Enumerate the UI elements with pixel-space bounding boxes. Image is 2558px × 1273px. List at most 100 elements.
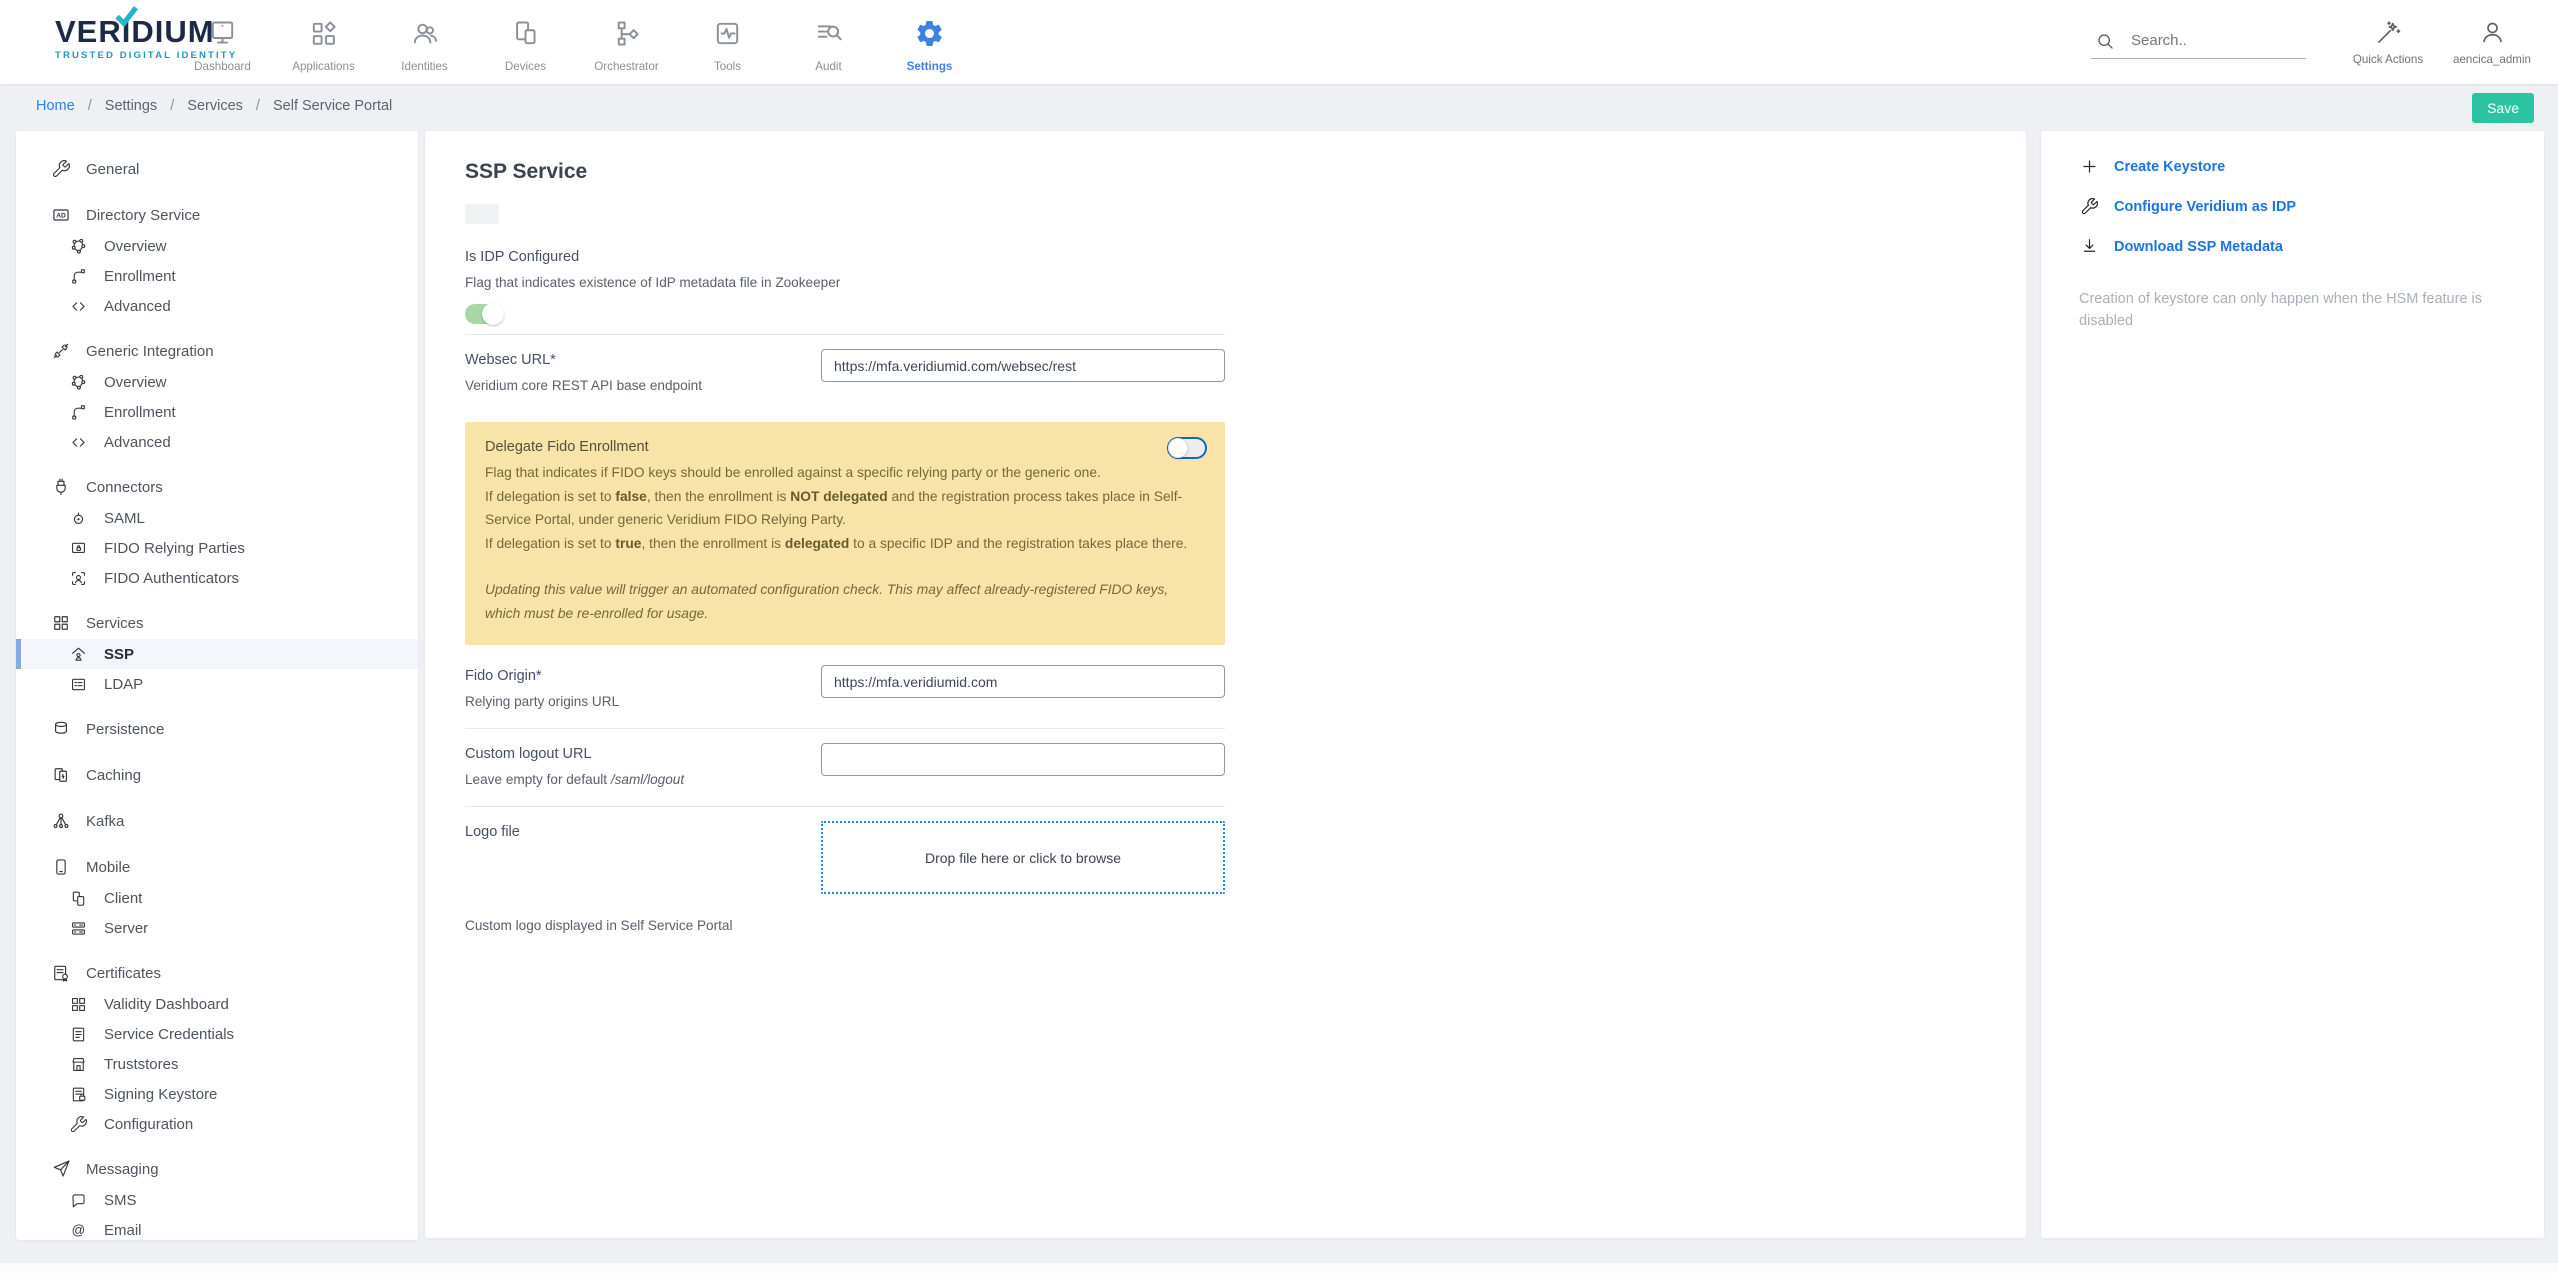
top-bar: VERIDIUM TRUSTED DIGITAL IDENTITY Dashbo… [0, 0, 2558, 84]
websec-url-input[interactable] [821, 349, 1225, 382]
breadcrumb-settings[interactable]: Settings [105, 98, 157, 114]
grid-icon [68, 995, 89, 1014]
sidebar-item-truststores[interactable]: Truststores [16, 1049, 418, 1079]
logo-file-dropzone[interactable]: Drop file here or click to browse [821, 821, 1225, 894]
sidebar-item-client[interactable]: Client [16, 883, 418, 913]
sidebar-item-fido-authenticators[interactable]: FIDO Authenticators [16, 563, 418, 593]
card-lock-icon [68, 539, 89, 558]
settings-sidebar: General Directory Service Overview Enrol… [16, 131, 418, 1240]
user-menu[interactable]: aencica_admin [2440, 19, 2544, 66]
tab-general[interactable] [465, 204, 499, 224]
sidebar-item-services[interactable]: Services [16, 607, 418, 639]
home-user-icon [68, 645, 89, 664]
field-logo-file: Logo file Drop file here or click to bro… [465, 807, 1225, 952]
global-search[interactable] [2091, 26, 2306, 59]
sidebar-item-ldap[interactable]: LDAP [16, 669, 418, 699]
is-idp-configured-description: Flag that indicates existence of IdP met… [465, 275, 1225, 290]
connector-icon [50, 477, 71, 497]
store-icon [68, 1055, 89, 1074]
sidebar-item-persistence[interactable]: Persistence [16, 713, 418, 745]
list-card-icon [68, 675, 89, 694]
nav-item-audit[interactable]: Audit [778, 0, 879, 84]
field-fido-origin: Fido Origin* Relying party origins URL [465, 651, 1225, 729]
sidebar-item-advanced[interactable]: Advanced [16, 291, 418, 321]
route-icon [68, 267, 89, 286]
sidebar-item-kafka[interactable]: Kafka [16, 805, 418, 837]
toggle-knob [1168, 438, 1188, 458]
ad-box-icon [50, 205, 71, 225]
client-icon [68, 889, 89, 908]
nav-item-settings[interactable]: Settings [879, 0, 980, 84]
sidebar-item-overview[interactable]: Overview [16, 231, 418, 261]
sidebar-item-caching[interactable]: Caching [16, 759, 418, 791]
sidebar-item-general[interactable]: General [16, 153, 418, 185]
main-panel: SSP Service Is IDP Configured Flag that … [425, 131, 2026, 1238]
custom-logout-url-input[interactable] [821, 743, 1225, 776]
sidebar-item-signing-keystore[interactable]: Signing Keystore [16, 1079, 418, 1109]
sidebar-item-validity-dashboard[interactable]: Validity Dashboard [16, 989, 418, 1019]
search-input[interactable] [2131, 32, 2281, 49]
link-create-keystore[interactable]: Create Keystore [2079, 157, 2506, 176]
breadcrumb-bar: Home / Settings / Services / Self Servic… [0, 84, 2558, 131]
sidebar-item-configuration[interactable]: Configuration [16, 1109, 418, 1139]
sidebar-item-advanced[interactable]: Advanced [16, 427, 418, 457]
sidebar-item-fido-relying-parties[interactable]: FIDO Relying Parties [16, 533, 418, 563]
breadcrumb: Home / Settings / Services / Self Servic… [36, 98, 392, 114]
breadcrumb-separator: / [170, 98, 174, 114]
tab-saml-configuration[interactable] [525, 204, 559, 224]
delegate-fido-toggle[interactable] [1167, 437, 1207, 459]
sidebar-item-service-credentials[interactable]: Service Credentials [16, 1019, 418, 1049]
sidebar-item-email[interactable]: Email [16, 1215, 418, 1240]
wrench-icon [50, 159, 71, 179]
sidebar-item-sms[interactable]: SMS [16, 1185, 418, 1215]
link-configure-veridium-as-idp[interactable]: Configure Veridium as IDP [2079, 197, 2506, 216]
pulse-box-icon [712, 18, 743, 54]
sidebar-item-enrollment[interactable]: Enrollment [16, 261, 418, 291]
sidebar-item-mobile[interactable]: Mobile [16, 851, 418, 883]
sidebar-item-saml[interactable]: SAML [16, 503, 418, 533]
field-custom-logout-url: Custom logout URL Leave empty for defaul… [465, 729, 1225, 807]
code-icon [68, 297, 89, 316]
sidebar-item-enrollment[interactable]: Enrollment [16, 397, 418, 427]
sidebar-item-generic-integration[interactable]: Generic Integration [16, 335, 418, 367]
network-icon [68, 373, 89, 392]
tab-key-management[interactable] [585, 204, 619, 224]
field-is-idp-configured: Is IDP Configured Flag that indicates ex… [465, 232, 1225, 335]
at-icon [68, 1221, 89, 1240]
sms-icon [68, 1191, 89, 1210]
sidebar-item-server[interactable]: Server [16, 913, 418, 943]
wrench-icon [68, 1115, 89, 1134]
nav-item-devices[interactable]: Devices [475, 0, 576, 84]
sidebar-item-directory-service[interactable]: Directory Service [16, 199, 418, 231]
nav-item-orchestrator[interactable]: Orchestrator [576, 0, 677, 84]
mobile-icon [50, 857, 71, 877]
sidebar-item-messaging[interactable]: Messaging [16, 1153, 418, 1185]
sidebar-item-connectors[interactable]: Connectors [16, 471, 418, 503]
grid-icon [50, 613, 71, 633]
wand-icon [2375, 19, 2402, 46]
server-icon [68, 919, 89, 938]
sidebar-item-overview[interactable]: Overview [16, 367, 418, 397]
breadcrumb-separator: / [88, 98, 92, 114]
page-title: SSP Service [465, 160, 1986, 184]
cache-icon [50, 765, 71, 785]
breadcrumb-services[interactable]: Services [187, 98, 243, 114]
quick-actions-button[interactable]: Quick Actions [2336, 19, 2440, 66]
app-grid-icon [308, 18, 339, 54]
nav-item-applications[interactable]: Applications [273, 0, 374, 84]
nav-item-tools[interactable]: Tools [677, 0, 778, 84]
logo-file-description: Custom logo displayed in Self Service Po… [465, 918, 1225, 933]
nav-item-dashboard[interactable]: Dashboard [172, 0, 273, 84]
tab-identity-provider[interactable] [645, 204, 679, 224]
flow-icon [611, 18, 642, 54]
sidebar-item-certificates[interactable]: Certificates [16, 957, 418, 989]
general-form: Is IDP Configured Flag that indicates ex… [465, 232, 1225, 952]
nav-item-identities[interactable]: Identities [374, 0, 475, 84]
quick-actions-label: Quick Actions [2353, 53, 2423, 66]
fido-origin-input[interactable] [821, 665, 1225, 698]
save-button[interactable]: Save [2472, 93, 2534, 123]
breadcrumb-home-link[interactable]: Home [36, 98, 75, 114]
link-download-ssp-metadata[interactable]: Download SSP Metadata [2079, 237, 2506, 256]
is-idp-configured-toggle[interactable] [465, 304, 503, 324]
sidebar-item-ssp[interactable]: SSP [16, 639, 418, 669]
